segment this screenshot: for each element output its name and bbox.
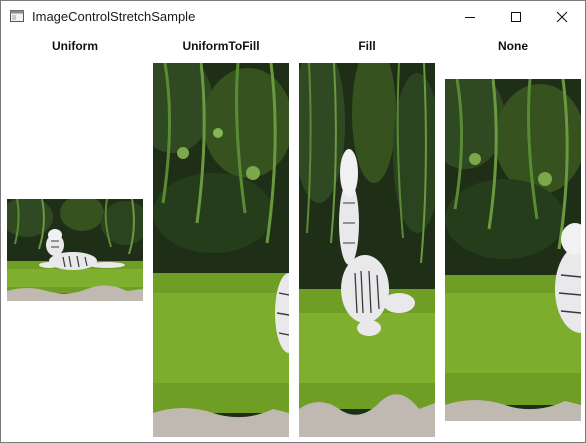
app-window-icon <box>10 9 24 23</box>
column-header-uniformtofill: UniformToFill <box>182 39 260 53</box>
column-header-uniform: Uniform <box>52 39 98 53</box>
minimize-icon <box>465 16 475 18</box>
close-icon <box>556 11 568 22</box>
title-bar[interactable]: ImageControlStretchSample <box>1 1 585 32</box>
maximize-button[interactable] <box>493 1 539 32</box>
close-button[interactable] <box>539 1 585 32</box>
maximize-icon <box>511 11 521 22</box>
minimize-button[interactable] <box>447 1 493 32</box>
app-window: ImageControlStretchSample Uniform Unifor… <box>0 0 586 443</box>
window-title: ImageControlStretchSample <box>32 9 196 24</box>
image-none <box>445 79 581 421</box>
image-fill <box>299 63 435 437</box>
column-header-fill: Fill <box>358 39 376 53</box>
image-uniformtofill <box>153 63 289 437</box>
column-header-none: None <box>498 39 528 53</box>
image-uniform <box>7 199 143 301</box>
